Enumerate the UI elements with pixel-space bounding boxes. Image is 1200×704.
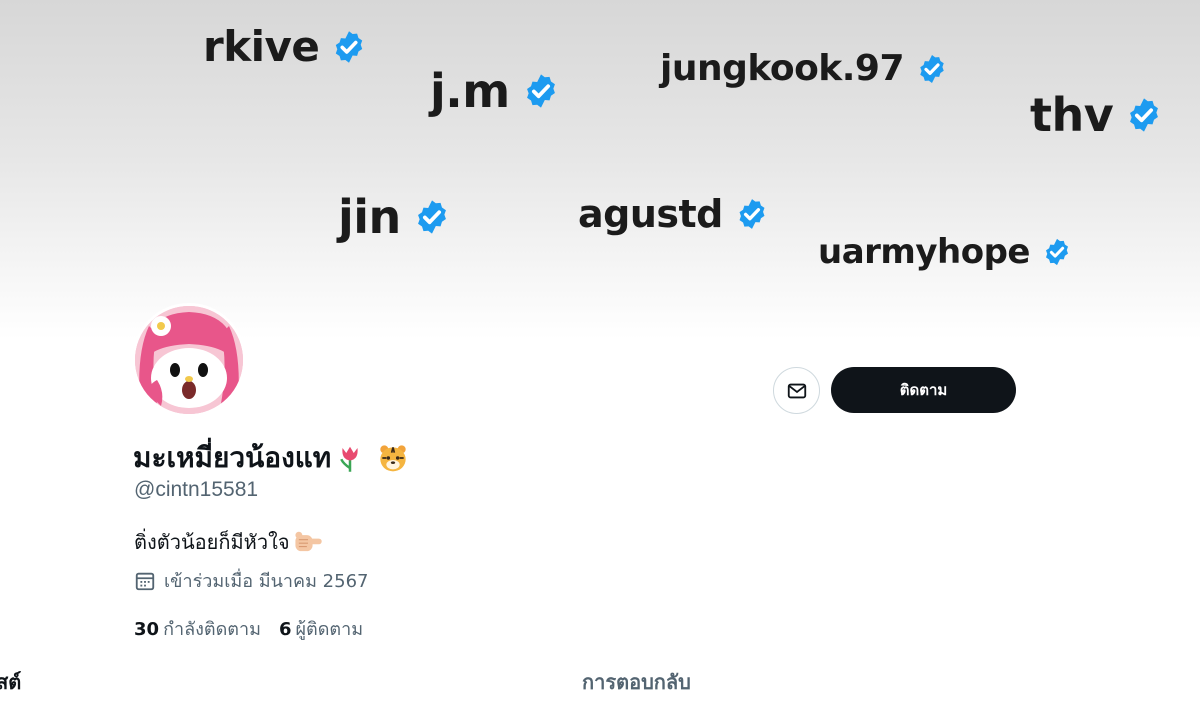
banner-handle-name: jin (338, 190, 401, 244)
banner-handle-rkive: rkive (203, 22, 367, 71)
banner-handle-name: j.m (430, 64, 510, 118)
username-handle: @cintn15581 (134, 478, 259, 501)
verified-badge-icon (739, 199, 765, 229)
message-button[interactable] (773, 367, 820, 414)
envelope-icon (787, 383, 806, 398)
profile-bio: ติ่งตัวน้อยก็มีหัวใจ (134, 526, 324, 558)
banner-handle-jungkook: jungkook.97 (660, 48, 948, 89)
tab-posts[interactable]: สต์ (0, 666, 21, 698)
verified-badge-icon (417, 200, 446, 234)
follow-button[interactable]: ติดตาม (831, 367, 1016, 413)
bio-text: ติ่งตัวน้อยก็มีหัวใจ (134, 530, 290, 554)
following-label[interactable]: กำลังติดตาม (163, 614, 261, 643)
followers-label[interactable]: ผู้ติดตาม (295, 614, 363, 643)
banner-handle-agustd: agustd (578, 192, 769, 236)
verified-badge-icon (1130, 98, 1159, 132)
profile-banner[interactable]: rkive j.m jungkook.97 thv jin agustd uar… (0, 0, 1200, 340)
profile-avatar[interactable] (132, 303, 246, 417)
verified-badge-icon (526, 74, 555, 108)
banner-handle-name: agustd (578, 192, 723, 236)
banner-handle-name: thv (1030, 88, 1114, 142)
banner-handle-thv: thv (1030, 88, 1163, 142)
verified-badge-icon (1045, 238, 1068, 266)
tiger-face-emoji (377, 442, 409, 474)
display-name: มะเหมี่ยวน้องแท (133, 436, 409, 480)
banner-handle-jin: jin (338, 190, 451, 244)
join-date: เข้าร่วมเมื่อ มีนาคม 2567 (134, 566, 368, 595)
follow-stats: 30 กำลังติดตาม 6 ผู้ติดตาม (134, 614, 363, 643)
banner-handle-name: rkive (203, 22, 320, 71)
display-name-text: มะเหมี่ยวน้องแท (133, 441, 332, 474)
following-count[interactable]: 30 (134, 619, 159, 640)
banner-handle-jm: j.m (430, 64, 560, 118)
banner-handle-name: uarmyhope (818, 232, 1030, 272)
calendar-icon (135, 572, 155, 590)
pointing-hand-emoji (292, 528, 324, 556)
banner-handle-name: jungkook.97 (660, 48, 905, 89)
tab-replies[interactable]: การตอบกลับ (582, 666, 691, 698)
verified-badge-icon (336, 30, 363, 63)
banner-handle-uarmyhope: uarmyhope (818, 232, 1072, 272)
avatar-image (135, 306, 243, 414)
tulip-emoji (335, 443, 365, 473)
followers-count[interactable]: 6 (279, 619, 292, 640)
join-date-text: เข้าร่วมเมื่อ มีนาคม 2567 (164, 571, 369, 592)
verified-badge-icon (920, 54, 944, 83)
